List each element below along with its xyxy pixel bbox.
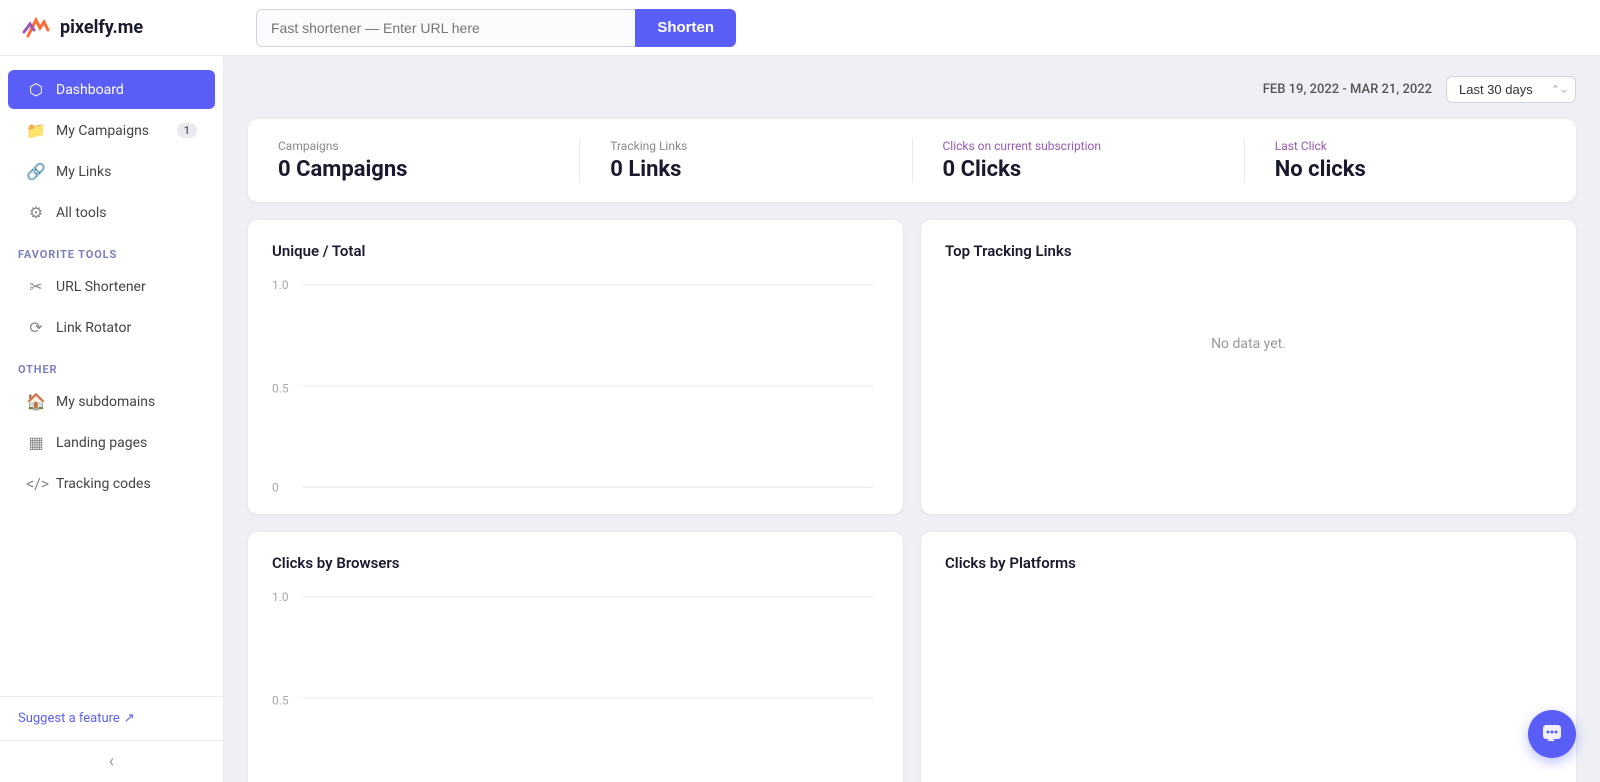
url-shortener-form: Shorten (256, 9, 736, 47)
sidebar-item-link-rotator[interactable]: ⟳ Link Rotator (8, 308, 215, 347)
sidebar-label-subdomains: My subdomains (56, 394, 155, 410)
charts-grid: Unique / Total 1.0 0.5 0 12AM 3AM (248, 220, 1576, 782)
stat-clicks: Clicks on current subscription 0 Clicks (913, 139, 1245, 182)
sidebar-item-tracking-codes[interactable]: </> Tracking codes (8, 464, 215, 503)
sidebar-label-landing-pages: Landing pages (56, 435, 147, 451)
chart-unique-total-title: Unique / Total (272, 242, 879, 260)
sidebar-item-subdomains[interactable]: 🏠 My subdomains (8, 382, 215, 421)
sidebar-label-link-rotator: Link Rotator (56, 320, 131, 336)
main-content: FEB 19, 2022 - MAR 21, 2022 Last 30 days… (224, 56, 1600, 782)
tracking-codes-icon: </> (26, 474, 46, 493)
shorten-button[interactable]: Shorten (635, 9, 736, 47)
chart-top-links: Top Tracking Links No data yet. (921, 220, 1576, 514)
sidebar-collapse-button[interactable]: ‹ (0, 740, 223, 782)
no-data-top-links: No data yet. (945, 276, 1552, 412)
suggest-icon: ↗ (124, 711, 135, 726)
campaigns-icon: 📁 (26, 121, 46, 140)
suggest-label: Suggest a feature (18, 711, 120, 726)
landing-pages-icon: ▦ (26, 433, 46, 452)
sidebar-label-campaigns: My Campaigns (56, 123, 149, 139)
stat-links: Tracking Links 0 Links (580, 139, 912, 182)
chart-unique-total-svg: 1.0 0.5 0 12AM 3AM 6AM 9AM 12PM 3PM (272, 276, 879, 496)
stats-row: Campaigns 0 Campaigns Tracking Links 0 L… (248, 119, 1576, 202)
sidebar: ⬡ Dashboard 📁 My Campaigns 1 🔗 My Links … (0, 56, 224, 782)
logo-icon (20, 12, 52, 44)
chat-button[interactable] (1528, 710, 1576, 758)
sidebar-label-url-shortener: URL Shortener (56, 279, 146, 295)
stat-links-label: Tracking Links (610, 139, 881, 153)
stat-campaigns: Campaigns 0 Campaigns (248, 139, 580, 182)
sidebar-footer: Suggest a feature ↗ (0, 696, 223, 740)
date-range-select-wrapper: Last 30 days Last 7 days Last 90 days Cu… (1446, 76, 1576, 103)
main-header: FEB 19, 2022 - MAR 21, 2022 Last 30 days… (248, 76, 1576, 103)
top-nav: pixelfy.me Shorten (0, 0, 1600, 56)
sidebar-item-links[interactable]: 🔗 My Links (8, 152, 215, 191)
campaigns-badge: 1 (177, 123, 197, 138)
stat-clicks-value: 0 Clicks (943, 157, 1214, 182)
svg-text:0.5: 0.5 (272, 694, 289, 708)
chart-browsers: Clicks by Browsers 1.0 0.5 0 12AM 3AM 6A… (248, 532, 903, 782)
sidebar-label-tracking-codes: Tracking codes (56, 476, 151, 492)
svg-text:0.5: 0.5 (272, 382, 289, 396)
sidebar-item-dashboard[interactable]: ⬡ Dashboard (8, 70, 215, 109)
stat-last-click-label: Last Click (1275, 139, 1546, 153)
suggest-feature-link[interactable]: Suggest a feature ↗ (18, 711, 205, 726)
app-body: ⬡ Dashboard 📁 My Campaigns 1 🔗 My Links … (0, 56, 1600, 782)
dashboard-icon: ⬡ (26, 80, 46, 99)
chart-browsers-svg: 1.0 0.5 0 12AM 3AM 6AM 9AM 12PM 3PM 6PM … (272, 588, 879, 782)
stat-last-click-value: No clicks (1275, 157, 1546, 182)
date-range-text: FEB 19, 2022 - MAR 21, 2022 (1263, 82, 1432, 97)
logo: pixelfy.me (20, 12, 240, 44)
date-range-select[interactable]: Last 30 days Last 7 days Last 90 days Cu… (1446, 76, 1576, 103)
chart-unique-total-area: 1.0 0.5 0 12AM 3AM 6AM 9AM 12PM 3PM (272, 276, 879, 496)
sidebar-label-dashboard: Dashboard (56, 82, 124, 98)
logo-text: pixelfy.me (60, 17, 143, 38)
chart-browsers-title: Clicks by Browsers (272, 554, 879, 572)
subdomains-icon: 🏠 (26, 392, 46, 411)
stat-campaigns-label: Campaigns (278, 139, 549, 153)
chart-unique-total: Unique / Total 1.0 0.5 0 12AM 3AM (248, 220, 903, 514)
stat-links-value: 0 Links (610, 157, 881, 182)
sidebar-item-campaigns[interactable]: 📁 My Campaigns 1 (8, 111, 215, 150)
stat-campaigns-value: 0 Campaigns (278, 157, 549, 182)
sidebar-item-landing-pages[interactable]: ▦ Landing pages (8, 423, 215, 462)
chart-browsers-area: 1.0 0.5 0 12AM 3AM 6AM 9AM 12PM 3PM 6PM … (272, 588, 879, 782)
section-favorite: FAVORITE TOOLS (0, 236, 223, 265)
chart-platforms-title: Clicks by Platforms (945, 554, 1552, 572)
alltools-icon: ⚙ (26, 203, 46, 222)
sidebar-nav: ⬡ Dashboard 📁 My Campaigns 1 🔗 My Links … (0, 56, 223, 696)
svg-text:1.0: 1.0 (272, 278, 289, 292)
sidebar-label-alltools: All tools (56, 205, 106, 221)
links-icon: 🔗 (26, 162, 46, 181)
section-other: OTHER (0, 351, 223, 380)
stat-clicks-label: Clicks on current subscription (943, 139, 1214, 153)
chat-icon (1541, 723, 1563, 745)
chart-top-links-title: Top Tracking Links (945, 242, 1552, 260)
chart-platforms-area (945, 588, 1552, 782)
sidebar-label-links: My Links (56, 164, 111, 180)
svg-text:1.0: 1.0 (272, 590, 289, 604)
link-rotator-icon: ⟳ (26, 318, 46, 337)
stat-last-click: Last Click No clicks (1245, 139, 1576, 182)
url-shortener-icon: ✂ (26, 277, 46, 296)
sidebar-item-alltools[interactable]: ⚙ All tools (8, 193, 215, 232)
url-input[interactable] (256, 9, 635, 47)
chart-platforms: Clicks by Platforms (921, 532, 1576, 782)
sidebar-item-url-shortener[interactable]: ✂ URL Shortener (8, 267, 215, 306)
svg-text:0: 0 (272, 481, 279, 495)
chart-top-links-area: No data yet. (945, 276, 1552, 496)
